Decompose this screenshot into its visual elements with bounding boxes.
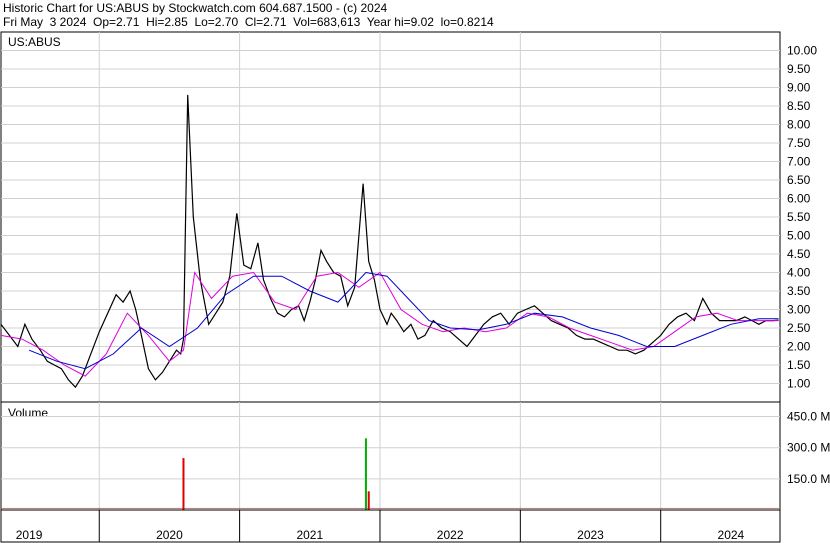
volume-tick-label: 150.0 M [787, 472, 830, 486]
volume-panel-frame [0, 401, 781, 511]
price-tick-label: 6.50 [787, 173, 811, 187]
price-tick-label: 10.00 [787, 44, 817, 58]
volume-baseline [2, 507, 779, 509]
price-tick-label: 5.50 [787, 210, 811, 224]
price-tick-label: 5.00 [787, 229, 811, 243]
volume-bar [364, 438, 367, 510]
price-tick-label: 7.50 [787, 136, 811, 150]
volume-label: Volume [8, 406, 48, 420]
price-tick-label: 8.00 [787, 118, 811, 132]
price-tick-label: 9.50 [787, 62, 811, 76]
x-tick-label: 2024 [718, 528, 745, 542]
price-tick-label: 8.50 [787, 99, 811, 113]
price-tick-label: 3.00 [787, 303, 811, 317]
price-tick-label: 2.00 [787, 340, 811, 354]
x-tick-label: 2023 [577, 528, 604, 542]
price-tick-label: 4.50 [787, 247, 811, 261]
price-tick-label: 1.00 [787, 377, 811, 391]
x-tick-label: 2022 [437, 528, 464, 542]
price-tick-label: 4.00 [787, 266, 811, 280]
stock-chart: US:ABUS 1.00 1.50 2.00 2.50 3.00 3.50 4.00 4.50… [0, 31, 830, 543]
x-tick-label: 2020 [156, 528, 183, 542]
volume-bar [182, 458, 185, 510]
price-tick-label: 6.00 [787, 192, 811, 206]
price-tick-label: 1.50 [787, 358, 811, 372]
x-tick-label: 2019 [16, 528, 43, 542]
x-tick-label: 2021 [296, 528, 323, 542]
price-tick-label: 2.50 [787, 321, 811, 335]
chart-root: Historic Chart for US:ABUS by Stockwatch… [0, 0, 830, 543]
price-tick-label: 9.00 [787, 81, 811, 95]
volume-tick-label: 450.0 M [787, 410, 830, 424]
price-tick-label: 7.00 [787, 155, 811, 169]
volume-tick-label: 300.0 M [787, 441, 830, 455]
price-tick-label: 3.50 [787, 284, 811, 298]
x-axis-strip [0, 509, 781, 543]
volume-bar [367, 491, 370, 510]
symbol-label: US:ABUS [8, 35, 61, 49]
